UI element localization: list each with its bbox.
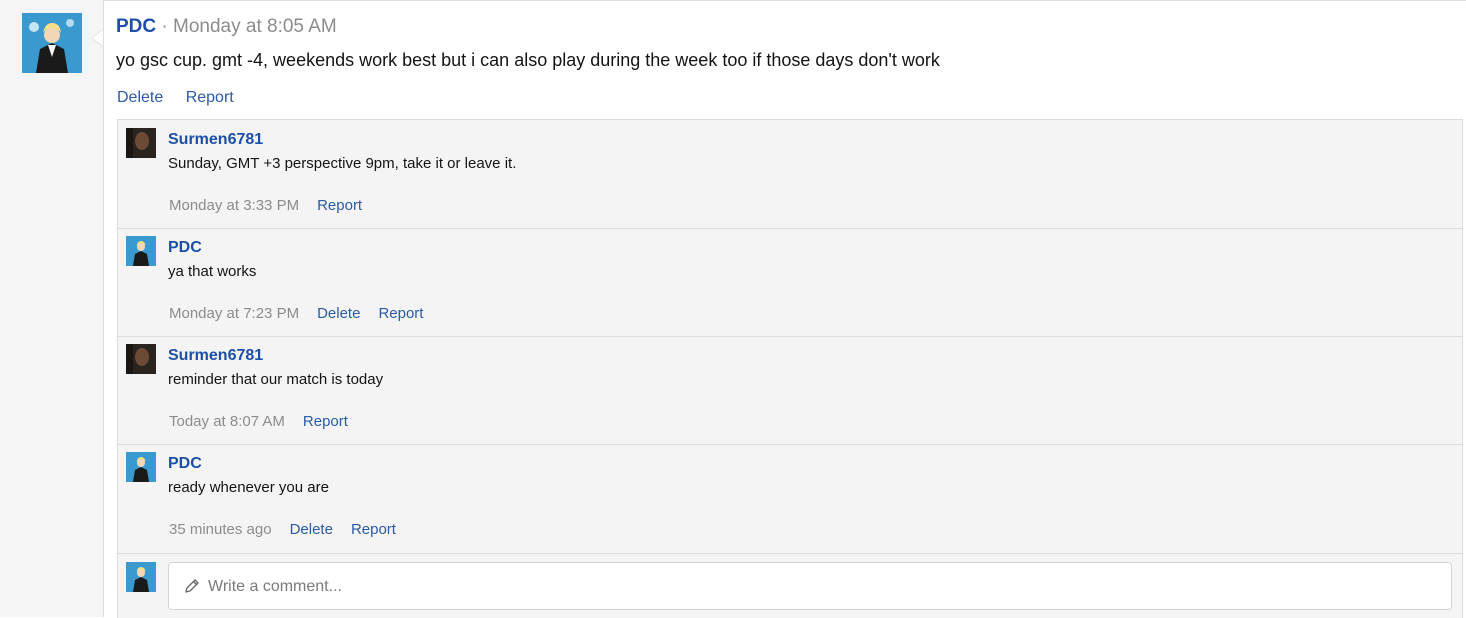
post-header: PDC · Monday at 8:05 AM bbox=[116, 15, 337, 39]
comment-time[interactable]: 35 minutes ago bbox=[169, 521, 272, 538]
post-body: yo gsc cup. gmt -4, weekends work best b… bbox=[116, 50, 940, 70]
comment-item: PDC ya that works Monday at 7:23 PM Delet… bbox=[118, 228, 1462, 337]
comment-item: PDC ready whenever you are 35 minutes ag… bbox=[118, 444, 1462, 554]
delete-button[interactable]: Delete bbox=[290, 521, 333, 538]
avatar[interactable] bbox=[126, 344, 156, 374]
delete-button[interactable]: Delete bbox=[317, 305, 360, 322]
delete-button[interactable]: Delete bbox=[117, 89, 163, 106]
comment-footer: 35 minutes ago Delete Report bbox=[169, 520, 414, 540]
post-time[interactable]: Monday at 8:05 AM bbox=[173, 16, 337, 37]
report-button[interactable]: Report bbox=[186, 89, 234, 106]
comment-time[interactable]: Today at 8:07 AM bbox=[169, 413, 285, 430]
avatar[interactable] bbox=[126, 236, 156, 266]
comment-item: Surmen6781 reminder that our match is to… bbox=[118, 336, 1462, 445]
comment-item: Surmen6781 Sunday, GMT +3 perspective 9p… bbox=[118, 120, 1462, 229]
comment-author[interactable]: PDC bbox=[168, 238, 202, 258]
comment-footer: Monday at 7:23 PM Delete Report bbox=[169, 304, 441, 324]
pencil-icon bbox=[185, 579, 199, 593]
avatar bbox=[126, 562, 156, 592]
avatar-column bbox=[0, 0, 104, 617]
comment-time[interactable]: Monday at 3:33 PM bbox=[169, 197, 299, 214]
comment-text: reminder that our match is today bbox=[168, 371, 384, 388]
comment-time[interactable]: Monday at 7:23 PM bbox=[169, 305, 299, 322]
avatar[interactable] bbox=[126, 452, 156, 482]
comment-input[interactable]: Write a comment... bbox=[168, 562, 1452, 610]
comment-text: Sunday, GMT +3 perspective 9pm, take it … bbox=[168, 155, 517, 172]
post-actions: Delete Report bbox=[117, 88, 252, 108]
comment-author[interactable]: Surmen6781 bbox=[168, 130, 263, 150]
comment-footer: Today at 8:07 AM Report bbox=[169, 412, 366, 432]
top-border bbox=[0, 0, 1466, 1]
comment-placeholder: Write a comment... bbox=[208, 578, 342, 595]
report-button[interactable]: Report bbox=[303, 413, 348, 430]
comment-footer: Monday at 3:33 PM Report bbox=[169, 196, 380, 216]
comment-text: ya that works bbox=[168, 263, 257, 280]
post-separator: · bbox=[156, 16, 174, 37]
comment-author[interactable]: PDC bbox=[168, 454, 202, 474]
post-author[interactable]: PDC bbox=[116, 16, 156, 37]
report-button[interactable]: Report bbox=[378, 305, 423, 322]
report-button[interactable]: Report bbox=[317, 197, 362, 214]
comment-text: ready whenever you are bbox=[168, 479, 329, 496]
reply-row: Write a comment... bbox=[118, 554, 1462, 618]
avatar[interactable] bbox=[22, 13, 82, 73]
comments-panel: Surmen6781 Sunday, GMT +3 perspective 9p… bbox=[117, 119, 1463, 618]
avatar[interactable] bbox=[126, 128, 156, 158]
comment-author[interactable]: Surmen6781 bbox=[168, 346, 263, 366]
report-button[interactable]: Report bbox=[351, 521, 396, 538]
bubble-pointer bbox=[92, 30, 103, 46]
